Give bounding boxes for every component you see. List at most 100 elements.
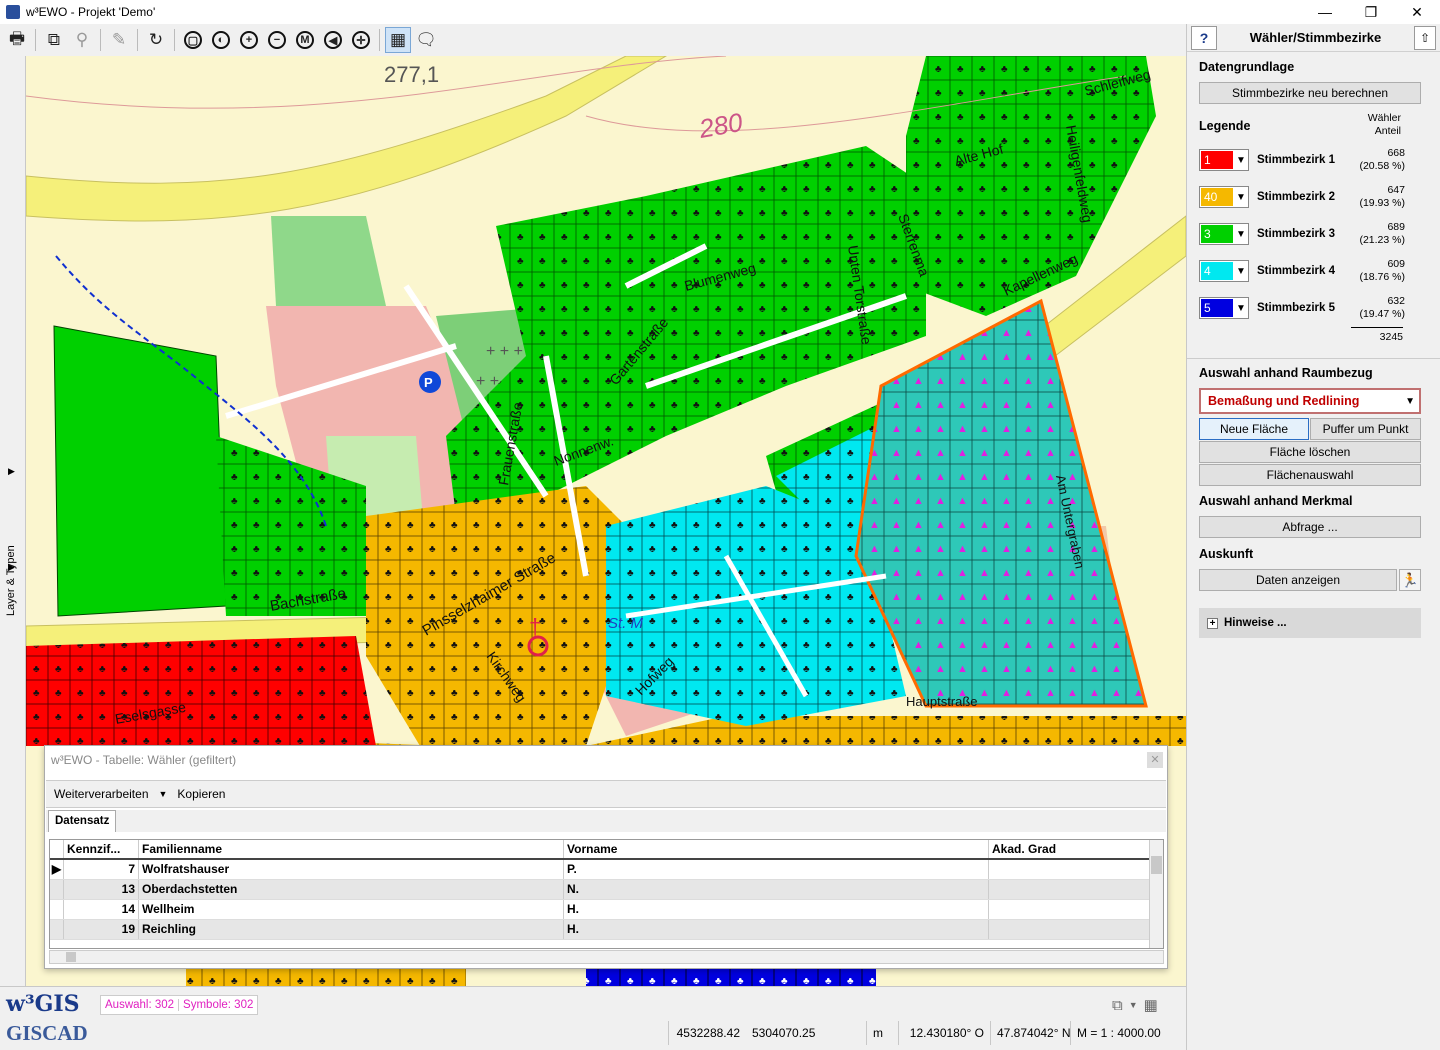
status-bar: w³GIS GISCAD Auswahl: 302 Symbole: 302 ⧉… (0, 986, 1186, 1050)
cell-akad-grad[interactable] (989, 920, 1150, 939)
row-indicator[interactable] (50, 920, 64, 939)
cell-familienname[interactable]: Wellheim (139, 900, 564, 919)
legend-total: 3245 (1379, 331, 1403, 343)
cell-vorname[interactable]: H. (564, 900, 989, 919)
zoom-prev-icon[interactable]: ◐ (208, 27, 234, 53)
cell-kennziffer[interactable]: 19 (64, 920, 139, 939)
kopieren-menu[interactable]: Kopieren (177, 787, 225, 801)
minimize-button[interactable]: — (1302, 0, 1348, 24)
cell-akad-grad[interactable] (989, 860, 1150, 879)
cell-vorname[interactable]: N. (564, 880, 989, 899)
vertical-scrollbar[interactable] (1149, 840, 1163, 948)
comment-icon[interactable]: 🗨 (413, 27, 439, 53)
column-header[interactable]: Familienname (139, 840, 564, 858)
copy-icon[interactable]: ⧉ (41, 27, 67, 53)
puffer-button[interactable]: Puffer um Punkt (1310, 418, 1421, 440)
chevron-down-icon[interactable]: ▼ (159, 789, 168, 799)
pan-center-icon[interactable]: ✛ (348, 27, 374, 53)
chevron-down-icon: ▼ (1236, 302, 1246, 314)
chevron-down-icon: ▼ (1236, 191, 1246, 203)
coord-unit: m (866, 1021, 898, 1045)
selection-counts: Auswahl: 302 Symbole: 302 (100, 995, 259, 1015)
zoom-m-icon[interactable]: M (292, 27, 318, 53)
cell-kennziffer[interactable]: 7 (64, 860, 139, 879)
zoom-in-icon[interactable]: + (236, 27, 262, 53)
person-icon[interactable]: 🏃 (1399, 569, 1421, 591)
print-icon[interactable]: 🖶 (4, 27, 30, 53)
refresh-icon[interactable]: ↻ (143, 27, 169, 53)
close-icon[interactable]: ✕ (1147, 752, 1163, 768)
legend-count: 609 (1387, 258, 1405, 270)
table-row[interactable]: ▶ 7 Wolfratshauser P. (50, 860, 1150, 880)
color-select[interactable]: 4 ▼ (1199, 260, 1249, 282)
scrollbar-thumb[interactable] (1151, 856, 1162, 874)
chevron-down-icon[interactable]: ▼ (1129, 1000, 1138, 1010)
legend-sum-line (1351, 327, 1403, 328)
recalc-button[interactable]: Stimmbezirke neu berechnen (1199, 82, 1421, 104)
color-swatch: 4 (1201, 262, 1233, 280)
grid-header: Kennzif... Familienname Vorname Akad. Gr… (50, 840, 1150, 860)
help-button[interactable]: ? (1191, 25, 1217, 50)
pin-icon[interactable]: ⇧ (1414, 25, 1436, 50)
weiterverarbeiten-menu[interactable]: Weiterverarbeiten (54, 787, 149, 801)
table-row[interactable]: 14 Wellheim H. (50, 900, 1150, 920)
color-select[interactable]: 1 ▼ (1199, 149, 1249, 171)
edit-icon[interactable]: ✎ (106, 27, 132, 53)
tab-datensatz[interactable]: Datensatz (48, 810, 117, 832)
symbole-count: Symbole: 302 (183, 999, 254, 1011)
raumbezug-select[interactable]: Bemaßung und Redlining ▼ (1199, 388, 1421, 414)
zoom-full-icon[interactable]: ▢ (180, 27, 206, 53)
cell-kennziffer[interactable]: 14 (64, 900, 139, 919)
expand-arrow-icon[interactable]: ▶ (8, 562, 15, 573)
coord-x: 4532288.42 (668, 1021, 746, 1045)
color-select[interactable]: 5 ▼ (1199, 297, 1249, 319)
neue-flaeche-button[interactable]: Neue Fläche (1199, 418, 1309, 440)
scrollbar-thumb[interactable] (66, 952, 76, 962)
divider (1187, 358, 1440, 359)
color-select[interactable]: 40 ▼ (1199, 186, 1249, 208)
abfrage-button[interactable]: Abfrage ... (1199, 516, 1421, 538)
copy-icon[interactable]: ⧉ (1112, 997, 1123, 1014)
hinweise-section[interactable]: + Hinweise ... (1199, 608, 1421, 638)
zoom-out-icon[interactable]: − (264, 27, 290, 53)
cell-vorname[interactable]: P. (564, 860, 989, 879)
pan-back-icon[interactable]: ◀ (320, 27, 346, 53)
row-indicator[interactable]: ▶ (50, 860, 64, 879)
table-icon[interactable]: ▦ (385, 27, 411, 53)
expand-arrow-icon[interactable]: ▶ (8, 466, 15, 477)
title-bar: w³EWO - Projekt 'Demo' — ❐ ✕ (0, 0, 1440, 24)
toolbar-separator (35, 29, 36, 51)
column-header[interactable]: Kennzif... (64, 840, 139, 858)
row-indicator[interactable] (50, 880, 64, 899)
cell-kennziffer[interactable]: 13 (64, 880, 139, 899)
data-grid[interactable]: Kennzif... Familienname Vorname Akad. Gr… (49, 839, 1164, 949)
raumbezug-title: Auswahl anhand Raumbezug (1199, 366, 1373, 380)
table-row[interactable]: 13 Oberdachstetten N. (50, 880, 1150, 900)
legend-count: 668 (1387, 147, 1405, 159)
toolbar-separator (137, 29, 138, 51)
toolbar-separator (100, 29, 101, 51)
cell-familienname[interactable]: Reichling (139, 920, 564, 939)
cell-familienname[interactable]: Wolfratshauser (139, 860, 564, 879)
table-row[interactable]: 19 Reichling H. (50, 920, 1150, 940)
horizontal-scrollbar[interactable] (49, 950, 1164, 964)
color-select[interactable]: 3 ▼ (1199, 223, 1249, 245)
close-button[interactable]: ✕ (1394, 0, 1440, 24)
cell-vorname[interactable]: H. (564, 920, 989, 939)
table-icon[interactable]: ▦ (1144, 996, 1158, 1014)
cell-akad-grad[interactable] (989, 900, 1150, 919)
column-header[interactable]: Akad. Grad (989, 840, 1150, 858)
row-indicator[interactable] (50, 900, 64, 919)
column-header[interactable]: Vorname (564, 840, 989, 858)
daten-anzeigen-button[interactable]: Daten anzeigen (1199, 569, 1397, 591)
legend-share: (21.23 %) (1359, 234, 1405, 246)
legend-count: 632 (1387, 295, 1405, 307)
flaechenauswahl-button[interactable]: Flächenauswahl (1199, 464, 1421, 486)
zoom-icon[interactable]: ⚲ (69, 27, 95, 53)
layer-sidetab[interactable]: ▶ Layer & Typen ▶ (0, 56, 26, 986)
expand-plus-icon[interactable]: + (1207, 617, 1218, 629)
cell-akad-grad[interactable] (989, 880, 1150, 899)
cell-familienname[interactable]: Oberdachstetten (139, 880, 564, 899)
flaeche-loeschen-button[interactable]: Fläche löschen (1199, 441, 1421, 463)
maximize-button[interactable]: ❐ (1348, 0, 1394, 24)
